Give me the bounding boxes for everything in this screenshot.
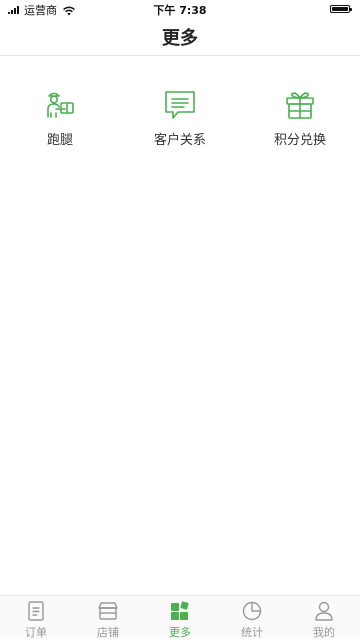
grid-label-errand: 跑腿 (46, 133, 73, 148)
status-time: 下午 7:38 (153, 4, 207, 17)
tab-more[interactable]: 更多 (144, 596, 216, 639)
tab-statistics[interactable]: 统计 (216, 596, 288, 639)
grid-item-errand[interactable]: 跑腿 (0, 88, 120, 148)
nav-bar: 更多 (0, 18, 360, 56)
document-icon (25, 600, 47, 622)
pie-chart-icon (241, 600, 263, 622)
page-title: 更多 (162, 28, 198, 49)
store-icon (97, 600, 119, 622)
tab-label-statistics: 统计 (241, 626, 263, 639)
user-icon (313, 600, 335, 622)
tab-bar: 订单 店铺 更多 统计 我的 (0, 595, 360, 639)
tab-profile[interactable]: 我的 (288, 596, 360, 639)
message-icon (163, 88, 197, 122)
tab-store[interactable]: 店铺 (72, 596, 144, 639)
grid-label-customer-relations: 客户关系 (153, 133, 206, 148)
feature-grid: 跑腿 客户关系 积分兑换 (0, 88, 360, 148)
tab-label-store: 店铺 (97, 626, 119, 639)
courier-icon (43, 88, 77, 122)
grid-icon (169, 600, 191, 622)
grid-item-customer-relations[interactable]: 客户关系 (120, 88, 240, 148)
battery-icon (330, 5, 352, 13)
gift-icon (283, 88, 317, 122)
tab-orders[interactable]: 订单 (0, 596, 72, 639)
status-bar: 运营商 下午 7:38 (0, 0, 360, 18)
tab-label-more: 更多 (169, 626, 191, 639)
grid-label-points-exchange: 积分兑换 (273, 133, 326, 148)
grid-item-points-exchange[interactable]: 积分兑换 (240, 88, 360, 148)
tab-label-orders: 订单 (25, 626, 47, 639)
tab-label-profile: 我的 (313, 626, 335, 639)
